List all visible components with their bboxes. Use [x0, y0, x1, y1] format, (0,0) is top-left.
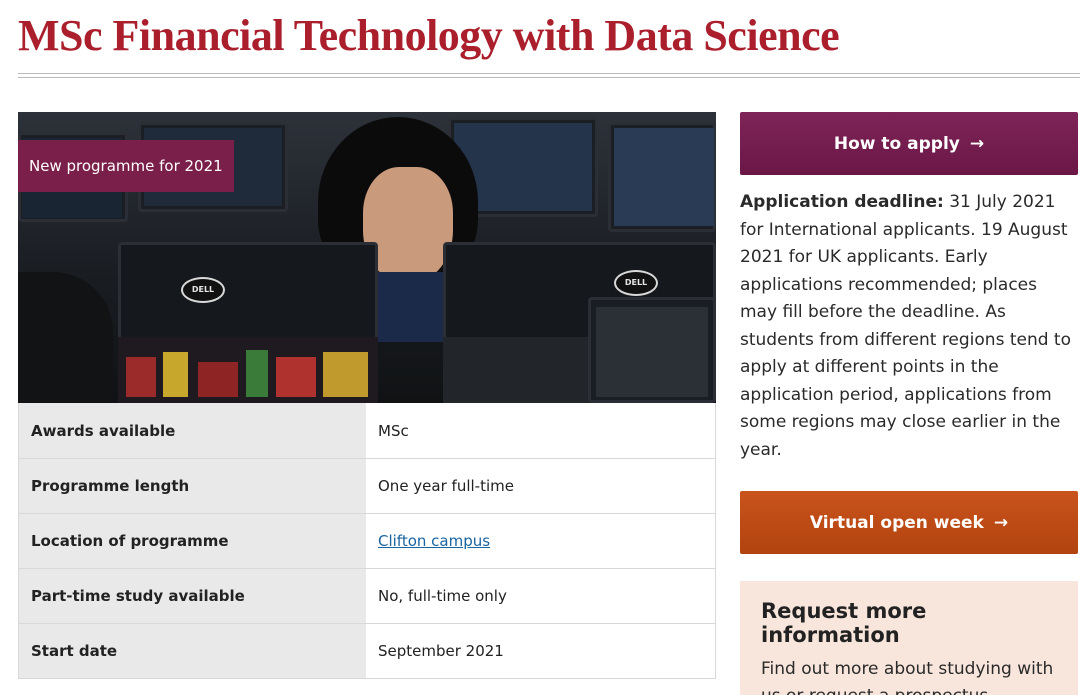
clifton-campus-link[interactable]: Clifton campus [378, 532, 715, 550]
table-row: Awards available MSc [19, 403, 715, 458]
request-info-title: Request more information [761, 599, 927, 647]
application-deadline: Application deadline: 31 July 2021 for I… [740, 189, 1078, 464]
fact-label: Start date [19, 624, 366, 678]
fact-value: No, full-time only [366, 569, 715, 623]
arrow-right-icon: → [993, 512, 1009, 533]
table-row: Start date September 2021 [19, 623, 715, 678]
fact-label: Awards available [19, 403, 366, 458]
fact-value: September 2021 [366, 624, 715, 678]
fact-label: Location of programme [19, 514, 366, 568]
request-info-text: Find out more about studying with us or … [761, 659, 1054, 695]
title-divider-secondary [18, 77, 1080, 78]
virtual-open-week-button[interactable]: Virtual open week → [740, 491, 1078, 554]
monitor-logo: DELL [181, 277, 225, 303]
fact-label: Programme length [19, 459, 366, 513]
deadline-text: 31 July 2021 for International applicant… [740, 192, 1072, 460]
request-info-box[interactable]: Request more information Find out more a… [740, 581, 1078, 695]
table-row: Programme length One year full-time [19, 458, 715, 513]
table-row: Part-time study available No, full-time … [19, 568, 715, 623]
page-title: MSc Financial Technology with Data Scien… [18, 11, 840, 60]
arrow-right-icon: → [969, 133, 985, 154]
virtual-open-week-label: Virtual open week [809, 512, 984, 533]
how-to-apply-label: How to apply [833, 133, 960, 154]
table-row: Location of programme Clifton campus [19, 513, 715, 568]
new-programme-badge: New programme for 2021 [18, 140, 234, 192]
fact-value: MSc [366, 403, 715, 458]
monitor-logo-2: DELL [614, 270, 658, 296]
how-to-apply-button[interactable]: How to apply → [740, 112, 1078, 175]
programme-facts-table: Awards available MSc Programme length On… [18, 403, 716, 679]
deadline-label: Application deadline: [740, 192, 944, 212]
fact-label: Part-time study available [19, 569, 366, 623]
fact-value: One year full-time [366, 459, 715, 513]
title-divider [18, 73, 1080, 74]
